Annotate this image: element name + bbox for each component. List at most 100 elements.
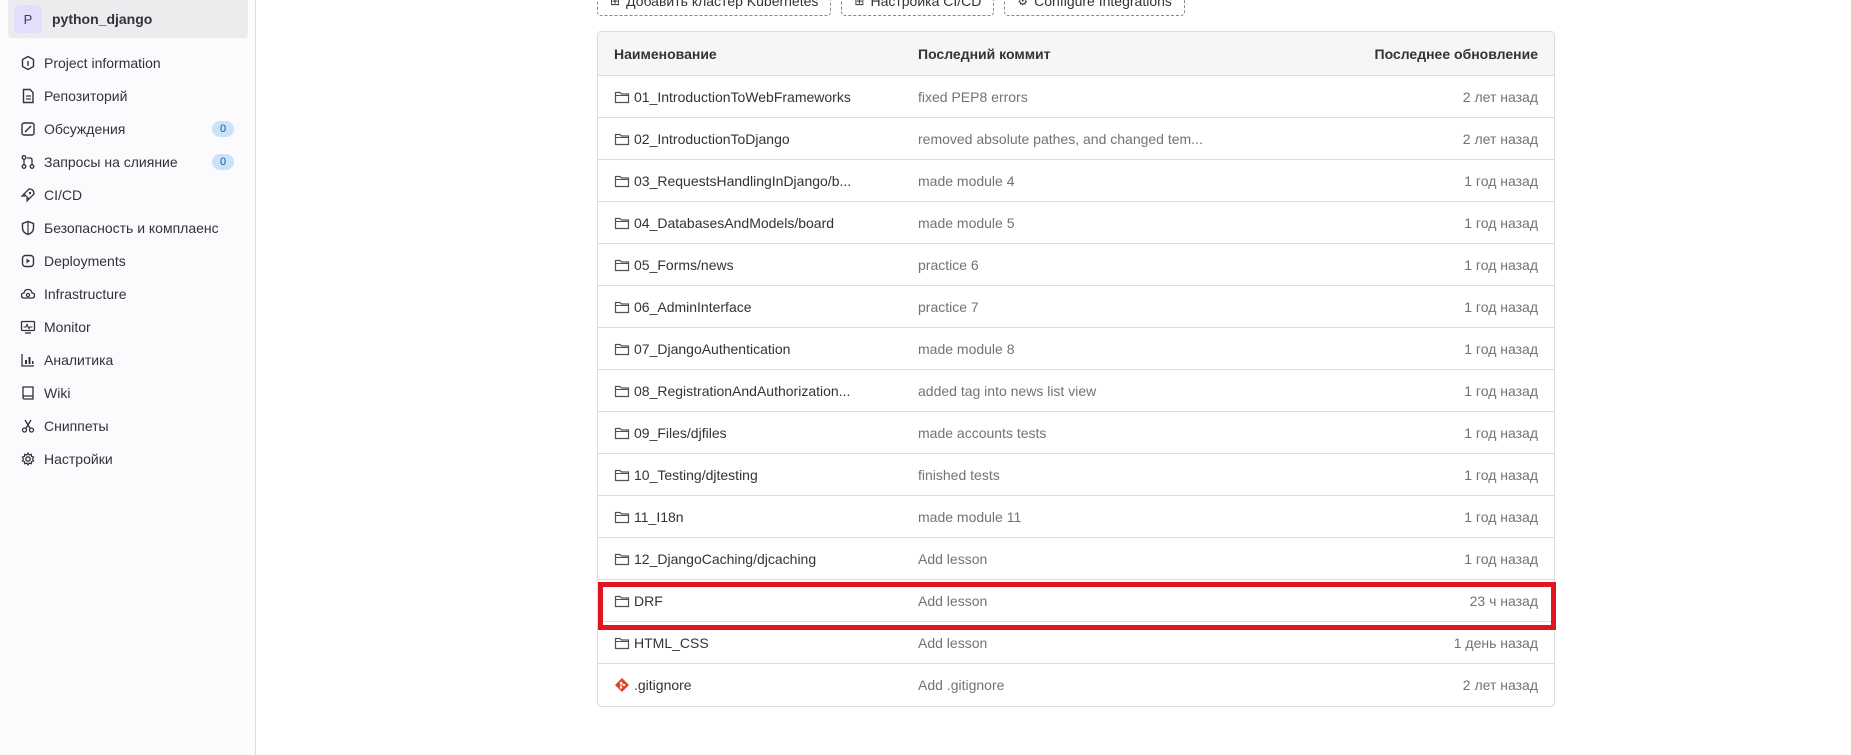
file-name-link[interactable]: .gitignore	[634, 677, 692, 693]
file-name-link[interactable]: DRF	[634, 593, 663, 609]
sidebar-item-analytics[interactable]: Аналитика	[8, 343, 248, 376]
file-name-cell[interactable]: 12_DjangoCaching/djcaching	[598, 551, 918, 567]
sidebar-item-wiki[interactable]: Wiki	[8, 376, 248, 409]
last-update-time: 1 год назад	[1464, 508, 1538, 525]
sidebar-nav: Project information Репозиторий Обсужден…	[8, 46, 248, 475]
file-name-link[interactable]: HTML_CSS	[634, 635, 709, 651]
setup-cicd-button[interactable]: ⊞ Настройка CI/CD	[841, 0, 995, 16]
file-name-link[interactable]: 11_I18n	[634, 509, 684, 525]
last-update-time: 1 год назад	[1464, 466, 1538, 483]
last-commit-link[interactable]: Add lesson	[918, 593, 1298, 609]
last-commit-link[interactable]: Add .gitignore	[918, 677, 1298, 693]
gear-icon	[20, 451, 36, 467]
file-name-cell[interactable]: 05_Forms/news	[598, 257, 918, 273]
project-actions: ⊞ Добавить кластер Kubernetes ⊞ Настройк…	[597, 0, 1185, 16]
file-name-cell[interactable]: .gitignore	[598, 677, 918, 693]
table-row[interactable]: 10_Testing/djtesting finished tests 1 год …	[598, 454, 1554, 496]
table-row[interactable]: 03_RequestsHandlingInDjango/b... made mod…	[598, 160, 1554, 202]
sidebar-item-infrastructure[interactable]: Infrastructure	[8, 277, 248, 310]
last-commit-link[interactable]: made module 11	[918, 509, 1298, 525]
plus-icon: ⊞	[610, 0, 621, 8]
last-commit-link[interactable]: made module 4	[918, 173, 1298, 189]
folder-icon	[614, 551, 630, 567]
sidebar-item-label: Wiki	[44, 384, 71, 401]
last-commit-link[interactable]: practice 7	[918, 299, 1298, 315]
project-header[interactable]: P python_django	[8, 0, 248, 38]
file-name-cell[interactable]: 07_DjangoAuthentication	[598, 341, 918, 357]
table-row[interactable]: 05_Forms/news practice 6 1 год назад	[598, 244, 1554, 286]
folder-icon	[614, 593, 630, 609]
last-commit-link[interactable]: finished tests	[918, 467, 1298, 483]
table-row[interactable]: 11_I18n made module 11 1 год назад	[598, 496, 1554, 538]
sidebar-item-issues[interactable]: Обсуждения 0	[8, 112, 248, 145]
table-row[interactable]: .gitignore Add .gitignore 2 лет назад	[598, 664, 1554, 706]
file-name-cell[interactable]: 09_Files/djfiles	[598, 425, 918, 441]
file-name-link[interactable]: 03_RequestsHandlingInDjango/b...	[634, 173, 851, 189]
table-row[interactable]: 06_AdminInterface practice 7 1 год назад	[598, 286, 1554, 328]
file-name-link[interactable]: 10_Testing/djtesting	[634, 467, 758, 483]
table-row[interactable]: HTML_CSS Add lesson 1 день назад	[598, 622, 1554, 664]
last-commit-link[interactable]: practice 6	[918, 257, 1298, 273]
last-update-time: 1 год назад	[1464, 550, 1538, 567]
last-commit-link[interactable]: made module 5	[918, 215, 1298, 231]
configure-integrations-button[interactable]: ⚙ Configure Integrations	[1004, 0, 1185, 16]
file-name-cell[interactable]: 04_DatabasesAndModels/board	[598, 215, 918, 231]
file-name-link[interactable]: 05_Forms/news	[634, 257, 734, 273]
sidebar-item-settings[interactable]: Настройки	[8, 442, 248, 475]
last-commit-link[interactable]: made module 8	[918, 341, 1298, 357]
file-name-link[interactable]: 07_DjangoAuthentication	[634, 341, 790, 357]
file-name-link[interactable]: 09_Files/djfiles	[634, 425, 727, 441]
table-row[interactable]: 01_IntroductionToWebFrameworks fixed PEP8…	[598, 76, 1554, 118]
table-row[interactable]: 09_Files/djfiles made accounts tests 1 год…	[598, 412, 1554, 454]
file-name-cell[interactable]: DRF	[598, 593, 918, 609]
sidebar-item-security[interactable]: Безопасность и комплаенс	[8, 211, 248, 244]
table-row[interactable]: 08_RegistrationAndAuthorization... added …	[598, 370, 1554, 412]
sidebar-item-label: Сниппеты	[44, 417, 109, 434]
column-header-last-update: Последнее обновление	[1374, 45, 1539, 62]
add-kubernetes-cluster-button[interactable]: ⊞ Добавить кластер Kubernetes	[597, 0, 832, 16]
table-row[interactable]: 12_DjangoCaching/djcaching Add lesson 1 го…	[598, 538, 1554, 580]
last-commit-link[interactable]: made accounts tests	[918, 425, 1298, 441]
sidebar-item-merge-requests[interactable]: Запросы на слияние 0	[8, 145, 248, 178]
file-name-link[interactable]: 04_DatabasesAndModels/board	[634, 215, 834, 231]
file-name-cell[interactable]: 11_I18n	[598, 509, 918, 525]
last-commit-link[interactable]: fixed PEP8 errors	[918, 89, 1298, 105]
scissors-icon	[20, 418, 36, 434]
monitor-icon	[20, 319, 36, 335]
table-row[interactable]: 07_DjangoAuthentication made module 8 1 го…	[598, 328, 1554, 370]
file-name-cell[interactable]: 03_RequestsHandlingInDjango/b...	[598, 173, 918, 189]
folder-icon	[614, 509, 630, 525]
sidebar-item-snippets[interactable]: Сниппеты	[8, 409, 248, 442]
sidebar-item-monitor[interactable]: Monitor	[8, 310, 248, 343]
sidebar-item-project-information[interactable]: Project information	[8, 46, 248, 79]
last-commit-link[interactable]: Add lesson	[918, 551, 1298, 567]
sidebar-item-label: Обсуждения	[44, 120, 126, 137]
folder-icon	[614, 425, 630, 441]
file-name-link[interactable]: 02_IntroductionToDjango	[634, 131, 790, 147]
file-name-cell[interactable]: 01_IntroductionToWebFrameworks	[598, 89, 918, 105]
chart-icon	[20, 352, 36, 368]
sidebar-item-deployments[interactable]: Deployments	[8, 244, 248, 277]
table-row[interactable]: DRF Add lesson 23 ч назад	[598, 580, 1554, 622]
file-name-link[interactable]: 08_RegistrationAndAuthorization...	[634, 383, 850, 399]
file-name-cell[interactable]: 06_AdminInterface	[598, 299, 918, 315]
rocket-icon	[20, 187, 36, 203]
sidebar-item-label: CI/CD	[44, 186, 83, 203]
file-name-cell[interactable]: 02_IntroductionToDjango	[598, 131, 918, 147]
folder-icon	[614, 383, 630, 399]
file-name-link[interactable]: 01_IntroductionToWebFrameworks	[634, 89, 851, 105]
file-name-cell[interactable]: HTML_CSS	[598, 635, 918, 651]
last-commit-link[interactable]: removed absolute pathes, and changed tem…	[918, 131, 1298, 147]
file-name-link[interactable]: 06_AdminInterface	[634, 299, 752, 315]
table-row[interactable]: 04_DatabasesAndModels/board made module 5…	[598, 202, 1554, 244]
file-name-link[interactable]: 12_DjangoCaching/djcaching	[634, 551, 816, 567]
issues-icon	[20, 121, 36, 137]
last-commit-link[interactable]: added tag into news list view	[918, 383, 1298, 399]
table-row[interactable]: 02_IntroductionToDjango removed absolute …	[598, 118, 1554, 160]
file-name-cell[interactable]: 10_Testing/djtesting	[598, 467, 918, 483]
sidebar-item-cicd[interactable]: CI/CD	[8, 178, 248, 211]
deployments-icon	[20, 253, 36, 269]
sidebar-item-repository[interactable]: Репозиторий	[8, 79, 248, 112]
file-name-cell[interactable]: 08_RegistrationAndAuthorization...	[598, 383, 918, 399]
last-commit-link[interactable]: Add lesson	[918, 635, 1298, 651]
